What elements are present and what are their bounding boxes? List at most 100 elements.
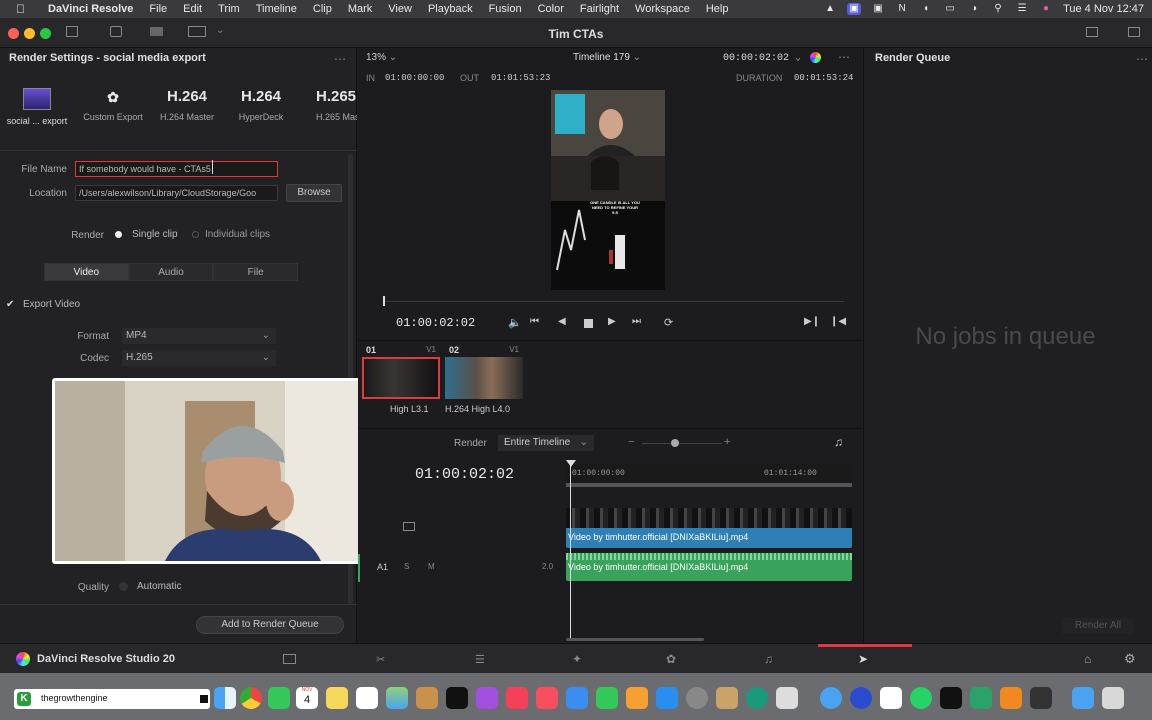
camera-icon[interactable]: ▣ (871, 3, 885, 15)
browse-button[interactable]: Browse (286, 184, 342, 202)
deliver-page-icon[interactable]: ➤ (858, 652, 868, 666)
audio-clip[interactable]: Video by timhutter.official [DNIXaBKILiu… (566, 553, 852, 581)
settings-gear-icon[interactable]: ⚙ (1124, 651, 1136, 667)
file-name-input[interactable]: If somebody would have - CTAs5 (75, 161, 278, 177)
timeline-hscrollbar[interactable] (566, 638, 704, 641)
quality-automatic-radio[interactable] (119, 582, 128, 591)
fairlight-page-icon[interactable]: ♫ (764, 652, 773, 666)
finder-dock-icon[interactable] (214, 687, 236, 709)
fusion-page-icon[interactable]: ✦ (572, 652, 582, 666)
video-track-icon[interactable] (403, 522, 415, 531)
wifi-icon[interactable]: ◑ (967, 3, 981, 15)
viewer-timecode[interactable]: 00:00:02:02 ⌄ (723, 52, 801, 64)
jump-end-icon[interactable]: ⏭ (632, 316, 641, 327)
control-center-icon[interactable]: ☰ (1015, 3, 1029, 15)
codec-select[interactable]: H.265 ⌄ (122, 350, 276, 366)
timeline-scroll-track[interactable] (566, 483, 852, 487)
siri-icon[interactable]: ● (1039, 3, 1053, 15)
notion-dock-icon[interactable] (880, 687, 902, 709)
news-dock-icon[interactable] (536, 687, 558, 709)
video-clip[interactable]: Video by timhutter.official [DNIXaBKILiu… (566, 508, 852, 548)
search-icon[interactable]: ⚲ (991, 3, 1005, 15)
apple-tv-dock-icon[interactable] (446, 687, 468, 709)
preset-h264-master[interactable]: H.264 H.264 Master (152, 84, 222, 122)
maximize-icon[interactable] (1128, 27, 1140, 37)
app-dock-icon[interactable] (416, 687, 438, 709)
scrubber-playhead[interactable] (383, 296, 385, 306)
menu-trim[interactable]: Trim (218, 3, 240, 15)
menu-clock[interactable]: Tue 4 Nov 12:47 (1063, 3, 1144, 15)
zoom-slider-handle[interactable] (671, 439, 679, 447)
menu-fusion[interactable]: Fusion (489, 3, 522, 15)
single-clip-label[interactable]: Single clip (132, 229, 178, 240)
render-range-select[interactable]: Entire Timeline ⌄ (498, 435, 594, 451)
render-queue-options-icon[interactable]: ⋯ (1136, 52, 1148, 66)
preset-custom-export[interactable]: ✿ Custom Export (78, 84, 148, 122)
next-frame-icon[interactable]: ❙◀ (830, 316, 846, 327)
music-dock-icon[interactable] (506, 687, 528, 709)
menu-file[interactable]: File (149, 3, 167, 15)
format-select[interactable]: MP4 ⌄ (122, 328, 276, 344)
app-store-dock-icon[interactable] (656, 687, 678, 709)
whatsapp-dock-icon[interactable] (910, 687, 932, 709)
chrome-dock-icon[interactable] (240, 687, 262, 709)
notes-dock-icon[interactable] (326, 687, 348, 709)
tab-video[interactable]: Video (44, 263, 129, 281)
jump-start-icon[interactable]: ⏮ (530, 316, 539, 327)
menu-view[interactable]: View (388, 3, 412, 15)
volume-icon[interactable]: 🔈 (508, 316, 522, 329)
render-all-button[interactable]: Render All (1062, 618, 1134, 634)
clip-thumb-02[interactable]: 02 V1 H.264 High L4.0 (445, 345, 523, 414)
vlc-dock-icon[interactable] (1000, 687, 1022, 709)
pages-dock-icon[interactable] (626, 687, 648, 709)
keynote-dock-icon[interactable] (566, 687, 588, 709)
panel-options-icon[interactable]: ⋯ (334, 52, 346, 66)
scrubber-track[interactable] (384, 301, 844, 302)
color-page-icon[interactable]: ✿ (666, 652, 676, 666)
menu-workspace[interactable]: Workspace (635, 3, 690, 15)
facetime-dock-icon[interactable] (268, 687, 290, 709)
single-clip-radio[interactable] (115, 231, 122, 238)
add-to-render-queue-button[interactable]: Add to Render Queue (196, 616, 344, 634)
menu-help[interactable]: Help (706, 3, 729, 15)
menu-clip[interactable]: Clip (313, 3, 332, 15)
app-dock-icon-4[interactable] (850, 687, 872, 709)
deliver-page-tab[interactable] (818, 644, 912, 647)
menu-timeline[interactable]: Timeline (256, 3, 297, 15)
downloads-dock-icon[interactable] (1072, 687, 1094, 709)
davinci-dock-icon[interactable] (1030, 687, 1052, 709)
location-input[interactable]: /Users/alexwilson/Library/CloudStorage/G… (75, 185, 278, 201)
menu-color[interactable]: Color (538, 3, 564, 15)
tab-file[interactable]: File (213, 263, 299, 281)
export-video-checkbox[interactable]: ✔ (6, 299, 14, 310)
preset-hyperdeck[interactable]: H.264 HyperDeck (226, 84, 296, 122)
upload-icon[interactable]: ▲ (823, 3, 837, 15)
menu-mark[interactable]: Mark (348, 3, 372, 15)
zoom-out-icon[interactable]: − (628, 436, 634, 448)
viewer-frame[interactable] (551, 90, 665, 290)
zoom-slider-track[interactable] (642, 443, 722, 444)
mute-button[interactable]: M (428, 562, 435, 571)
maps-dock-icon[interactable] (386, 687, 408, 709)
preset-h265-master[interactable]: H.265 H.265 Mast (300, 84, 357, 122)
zoom-in-icon[interactable]: + (724, 436, 730, 448)
screen-record-icon[interactable]: ▣ (847, 3, 862, 15)
cut-page-icon[interactable]: ✂ (376, 653, 385, 666)
app-dock-icon-5[interactable] (970, 687, 992, 709)
typing-bar[interactable]: K thegrowthengine (14, 689, 210, 709)
app-dock-icon-2[interactable] (776, 687, 798, 709)
typing-stop-icon[interactable] (200, 695, 208, 703)
archive-dock-icon[interactable] (716, 687, 738, 709)
edit-page-icon[interactable]: ☰ (475, 653, 485, 666)
calendar-dock-icon[interactable]: NOV 4 (296, 687, 318, 709)
individual-clips-radio[interactable] (192, 231, 199, 238)
battery-icon[interactable]: ▭ (943, 3, 957, 15)
apple-icon[interactable]:  (16, 2, 30, 16)
system-settings-dock-icon[interactable] (686, 687, 708, 709)
menu-fairlight[interactable]: Fairlight (580, 3, 619, 15)
timeline-select[interactable]: Timeline 179 ⌄ (573, 52, 641, 63)
menu-playback[interactable]: Playback (428, 3, 473, 15)
individual-clips-label[interactable]: Individual clips (205, 229, 270, 240)
timeline-playhead-handle[interactable] (566, 460, 576, 467)
preset-social-export[interactable]: social ... export (2, 84, 72, 126)
